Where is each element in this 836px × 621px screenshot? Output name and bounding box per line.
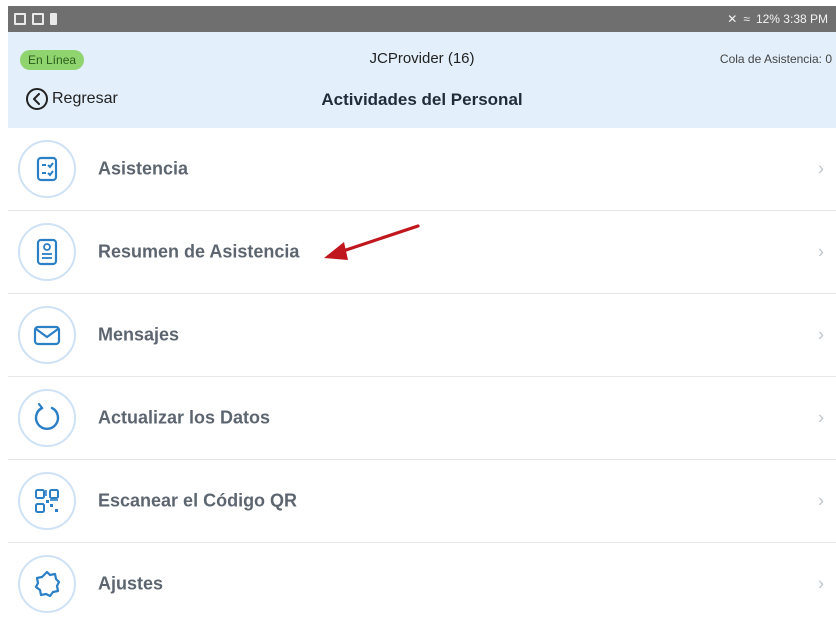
qr-code-icon: [18, 472, 76, 530]
app-title: JCProvider (16): [369, 50, 475, 67]
activities-menu: Asistencia › Resumen de Asistencia › Men…: [8, 128, 836, 621]
menu-item-label: Escanear el Código QR: [98, 490, 298, 511]
refresh-icon: [18, 389, 76, 447]
mute-icon: ✕: [727, 12, 738, 26]
chevron-right-icon: ›: [818, 573, 824, 594]
status-time: 12% 3:38 PM: [755, 12, 828, 26]
chevron-right-icon: ›: [818, 241, 824, 262]
status-notifications: [14, 13, 57, 25]
chevron-right-icon: ›: [818, 324, 824, 345]
menu-item-label: Resumen de Asistencia: [98, 241, 300, 262]
status-indicators: ✕ ≈ 12% 3:38 PM: [727, 12, 828, 26]
menu-item-escanear-codigo-qr[interactable]: Escanear el Código QR ›: [8, 460, 836, 543]
menu-item-asistencia[interactable]: Asistencia ›: [8, 128, 836, 211]
menu-item-label: Actualizar los Datos: [98, 407, 271, 428]
menu-item-actualizar-los-datos[interactable]: Actualizar los Datos ›: [8, 377, 836, 460]
menu-item-label: Mensajes: [98, 324, 180, 345]
chevron-right-icon: ›: [818, 158, 824, 179]
battery-notification-icon: [50, 13, 57, 25]
document-summary-icon: [18, 223, 76, 281]
image-notification-icon: [14, 13, 26, 25]
menu-item-mensajes[interactable]: Mensajes ›: [8, 294, 836, 377]
chevron-right-icon: ›: [818, 490, 824, 511]
app-notification-icon: [32, 13, 44, 25]
queue-counter: Cola de Asistencia: 0: [719, 52, 832, 66]
status-bar: ✕ ≈ 12% 3:38 PM: [8, 6, 836, 32]
wifi-icon: ≈: [743, 12, 750, 26]
menu-item-label: Asistencia: [98, 158, 189, 179]
clipboard-checklist-icon: [18, 140, 76, 198]
gear-icon: [18, 555, 76, 613]
menu-item-label: Ajustes: [98, 573, 164, 594]
app-screen: ✕ ≈ 12% 3:38 PM En Línea JCProvider (16)…: [0, 0, 836, 621]
menu-item-resumen-de-asistencia[interactable]: Resumen de Asistencia ›: [8, 211, 836, 294]
envelope-icon: [18, 306, 76, 364]
menu-item-ajustes[interactable]: Ajustes ›: [8, 543, 836, 621]
app-header: En Línea JCProvider (16) Cola de Asisten…: [8, 32, 836, 128]
chevron-right-icon: ›: [818, 407, 824, 428]
page-title: Actividades del Personal: [321, 90, 523, 109]
